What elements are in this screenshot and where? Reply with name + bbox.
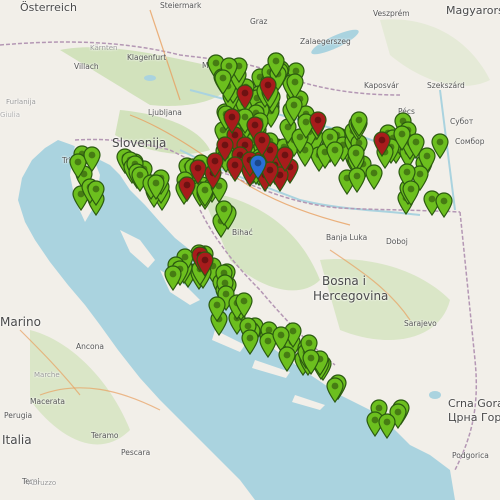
marker-blue[interactable]	[248, 154, 268, 180]
marker-red[interactable]	[222, 108, 242, 134]
marker-green[interactable]	[163, 265, 183, 291]
marker-green[interactable]	[325, 141, 345, 168]
marker-green[interactable]	[392, 125, 412, 152]
marker-red[interactable]	[177, 176, 197, 202]
marker-green[interactable]	[277, 346, 297, 372]
marker-red[interactable]	[372, 131, 392, 157]
marker-green[interactable]	[325, 377, 345, 404]
marker-green[interactable]	[86, 180, 106, 207]
marker-green[interactable]	[240, 329, 260, 355]
marker-red[interactable]	[195, 251, 215, 277]
marker-green[interactable]	[207, 296, 227, 323]
map-view[interactable]: Österreich Magyarors Slovenija Bosna i H…	[0, 0, 500, 500]
marker-green[interactable]	[301, 349, 321, 376]
marker-green[interactable]	[377, 412, 397, 439]
marker-green[interactable]	[213, 69, 233, 95]
marker-green[interactable]	[349, 111, 369, 138]
marker-red[interactable]	[258, 76, 278, 102]
marker-green[interactable]	[434, 192, 454, 218]
marker-green[interactable]	[347, 167, 367, 193]
marker-green[interactable]	[146, 174, 166, 201]
marker-green[interactable]	[234, 292, 254, 319]
marker-green[interactable]	[364, 164, 384, 190]
marker-red[interactable]	[308, 111, 328, 137]
marker-green[interactable]	[82, 146, 102, 173]
marker-green[interactable]	[284, 96, 304, 123]
marker-green[interactable]	[401, 180, 421, 207]
marker-green[interactable]	[266, 52, 286, 79]
marker-red[interactable]	[205, 152, 225, 178]
marker-green[interactable]	[214, 200, 234, 226]
marker-red[interactable]	[235, 84, 255, 110]
